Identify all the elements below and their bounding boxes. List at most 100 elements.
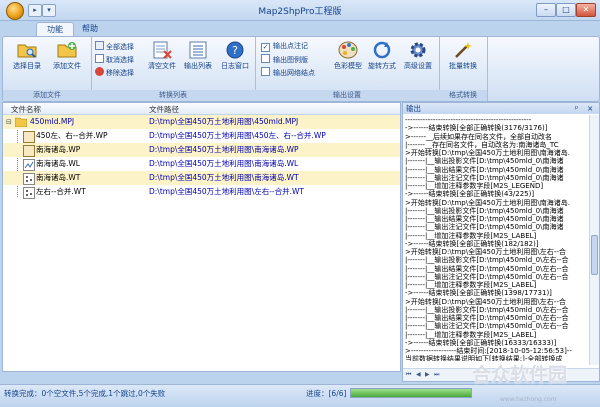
deselect-button[interactable]: 取消选择 [95, 54, 134, 66]
collapse-icon[interactable]: ⊟ [6, 115, 12, 129]
option-network-text: 输出网络结点 [273, 69, 315, 77]
log-line: >------__后续如果存在同名文件，全部自动改名 [405, 132, 553, 141]
log-line: ->------结束转换[全部正确转换(16333/16333)] [405, 338, 557, 347]
option-point-label[interactable]: ✓ 输出点注记 [261, 41, 308, 52]
log-line: >开始转换[D:\tmp\全国450万土地利用图\左右--合 [405, 248, 566, 256]
select-all-button[interactable]: 全部选择 [95, 41, 134, 53]
color-model-button[interactable]: 色彩模型 [331, 40, 365, 71]
log-line: ->------结束转换[全部正确转换(182/182)] [405, 239, 539, 248]
export-list-label: 输出列表 [184, 62, 212, 70]
log-line: |-------|__增加注释参数字段[M2S_LEGEND] [405, 182, 544, 190]
file-row[interactable]: 南海诸岛.WP D:\tmp\全国450万土地利用图\南海诸岛.WP [3, 143, 400, 157]
group-label-format: 格式转换 [439, 90, 487, 101]
log-window-button[interactable]: ? 日志窗口 [217, 40, 253, 71]
polygon-file-icon [23, 145, 35, 157]
file-path: D:\tmp\全国450万土地利用图\450左、右--合并.WP [149, 131, 326, 140]
log-line: >开始转换[D:\tmp\全国450万土地利用图\南海诸岛. [405, 198, 571, 207]
remove-selection-button[interactable]: 移除选择 [95, 67, 134, 79]
log-line: ->------结束转换[全部正确转换(43/225)] [405, 190, 535, 199]
option-legend-board[interactable]: 输出图例版 [261, 54, 308, 66]
output-title: 输出 [406, 104, 421, 113]
line-file-icon [23, 159, 35, 171]
log-line: |-------|__输出注记文件[D:\tmp\450mld_0\左右--合 [405, 322, 569, 331]
file-path: D:\tmp\全国450万土地利用图\450mld.MPJ [149, 117, 299, 126]
progress-label: 进度：[6/6] [306, 389, 347, 398]
list-icon [189, 41, 207, 59]
col-file-name[interactable]: 文件名称 [11, 104, 41, 115]
file-name: 南海诸岛.WT [36, 173, 81, 182]
group-label-add: 添加文件 [3, 90, 91, 101]
output-panel: 输出 ᵖ × ---------------------------------… [402, 102, 600, 382]
ribbon-group-convert-list: 全部选择 取消选择 移除选择 清空文件 输出列表 ? 日志窗口 转换列表 [91, 37, 256, 101]
log-line: |-------|__输出投影文件[D:\tmp\450mld_0\南海诸 [405, 157, 564, 166]
tab-help[interactable]: 帮助 [72, 22, 108, 36]
col-file-path[interactable]: 文件路径 [149, 104, 179, 115]
ribbon-group-format: 批量转换 格式转换 [439, 37, 488, 101]
file-row[interactable]: 左右--合并.WT D:\tmp\全国450万土地利用图\左右--合并.WT [3, 185, 400, 199]
watermark: 合众软件园 [472, 364, 568, 386]
checkbox-icon [261, 67, 270, 76]
minimize-button[interactable]: – [536, 3, 556, 17]
window-title: Map2ShpPro工程版 [258, 7, 342, 17]
ribbon-group-output: ✓ 输出点注记 输出图例版 输出网络结点 色彩模型 旋转方式 高级设置 输出设置 [255, 37, 440, 101]
folder-add-icon [57, 42, 77, 58]
log-line: |-------|__输出投影文件[D:\tmp\450mld_0\左右--合 [405, 256, 569, 265]
scroll-last-icon[interactable]: ⏭ [434, 369, 439, 381]
ribbon-group-add: 选择目录 添加文件 添加文件 [3, 37, 92, 101]
log-line: >开始转换[D:\tmp\全国450万土地利用图\左右--合 [405, 297, 566, 306]
option-network-node[interactable]: 输出网络结点 [261, 67, 315, 79]
log-line: |-------|__输出结果文件[D:\tmp\450mld_0\南海诸 [405, 165, 564, 174]
pin-icon[interactable]: ᵖ [575, 103, 578, 114]
log-line: |-------|__输出结果文件[D:\tmp\450mld_0\南海诸 [405, 215, 564, 223]
file-path: D:\tmp\全国450万土地利用图\左右--合并.WT [149, 187, 304, 196]
watermark-url: www.hezhong.com [500, 396, 557, 403]
close-button[interactable]: ✕ [576, 3, 596, 17]
log-line: |-------|__输出注记文件[D:\tmp\450mld_0\南海诸 [405, 223, 564, 232]
log-line: |-------|__输出投影文件[D:\tmp\450mld_0\左右--合 [405, 305, 569, 314]
progress-fill [351, 389, 471, 397]
scroll-prev-icon[interactable]: ◀ [416, 369, 421, 381]
scroll-next-icon[interactable]: ▶ [425, 369, 430, 381]
advanced-settings-button[interactable]: 高级设置 [399, 40, 437, 71]
rotate-mode-button[interactable]: 旋转方式 [365, 40, 399, 71]
file-path: D:\tmp\全国450万土地利用图\南海诸岛.WP [149, 145, 299, 154]
point-file-icon [23, 173, 35, 185]
ribbon: 选择目录 添加文件 添加文件 全部选择 取消选择 移除选择 清空文件 输出列表 … [2, 36, 600, 102]
file-path: D:\tmp\全国450万土地利用图\南海诸岛.WT [149, 173, 299, 182]
close-panel-icon[interactable]: × [587, 103, 593, 114]
file-name: 左右--合并.WT [36, 187, 86, 196]
point-file-icon [23, 187, 35, 199]
select-dir-label: 选择目录 [13, 62, 41, 70]
select-dir-button[interactable]: 选择目录 [9, 40, 45, 71]
folder-search-icon [17, 44, 37, 58]
advanced-settings-label: 高级设置 [404, 62, 432, 70]
file-row[interactable]: 南海诸岛.WL D:\tmp\全国450万土地利用图\南海诸岛.WL [3, 157, 400, 171]
scroll-first-icon[interactable]: ⏮ [406, 369, 411, 381]
add-file-label: 添加文件 [53, 62, 81, 70]
export-list-button[interactable]: 输出列表 [181, 40, 215, 71]
log-line: >开始转换[D:\tmp\全国450万土地利用图\南海诸岛. [405, 149, 571, 157]
vertical-scrollbar[interactable] [589, 115, 599, 365]
tab-function[interactable]: 功能 [36, 22, 74, 37]
palette-icon [338, 41, 358, 59]
select-all-label: 全部选择 [106, 43, 134, 51]
file-row[interactable]: 450左、右--合并.WP D:\tmp\全国450万土地利用图\450左、右-… [3, 129, 400, 143]
file-row[interactable]: ⊟ 450mld.MPJ D:\tmp\全国450万土地利用图\450mld.M… [3, 115, 400, 129]
folder-icon [15, 117, 27, 127]
log-line: |-------|__增加注释参数字段[M2S_LABEL] [405, 231, 537, 240]
title-bar: ▸ ▾ Map2ShpPro工程版 – □ ✕ [0, 0, 600, 21]
batch-convert-button[interactable]: 批量转换 [443, 40, 483, 71]
file-name: 南海诸岛.WP [36, 145, 81, 154]
log-line: ----------------------------------------… [405, 116, 532, 124]
scroll-thumb[interactable] [591, 235, 598, 275]
log-window-label: 日志窗口 [221, 62, 249, 70]
file-row[interactable]: 南海诸岛.WT D:\tmp\全国450万土地利用图\南海诸岛.WT [3, 171, 400, 185]
checkbox-checked-icon: ✓ [261, 43, 270, 52]
clear-files-button[interactable]: 清空文件 [145, 40, 179, 71]
file-list-panel: 文件名称 文件路径 ⊟ 450mld.MPJ D:\tmp\全国450万土地利用… [2, 102, 401, 372]
color-model-label: 色彩模型 [334, 62, 362, 70]
output-log: ----------------------------------------… [405, 116, 587, 361]
maximize-button[interactable]: □ [556, 3, 576, 17]
file-name: 南海诸岛.WL [36, 159, 80, 168]
add-file-button[interactable]: 添加文件 [47, 40, 87, 71]
